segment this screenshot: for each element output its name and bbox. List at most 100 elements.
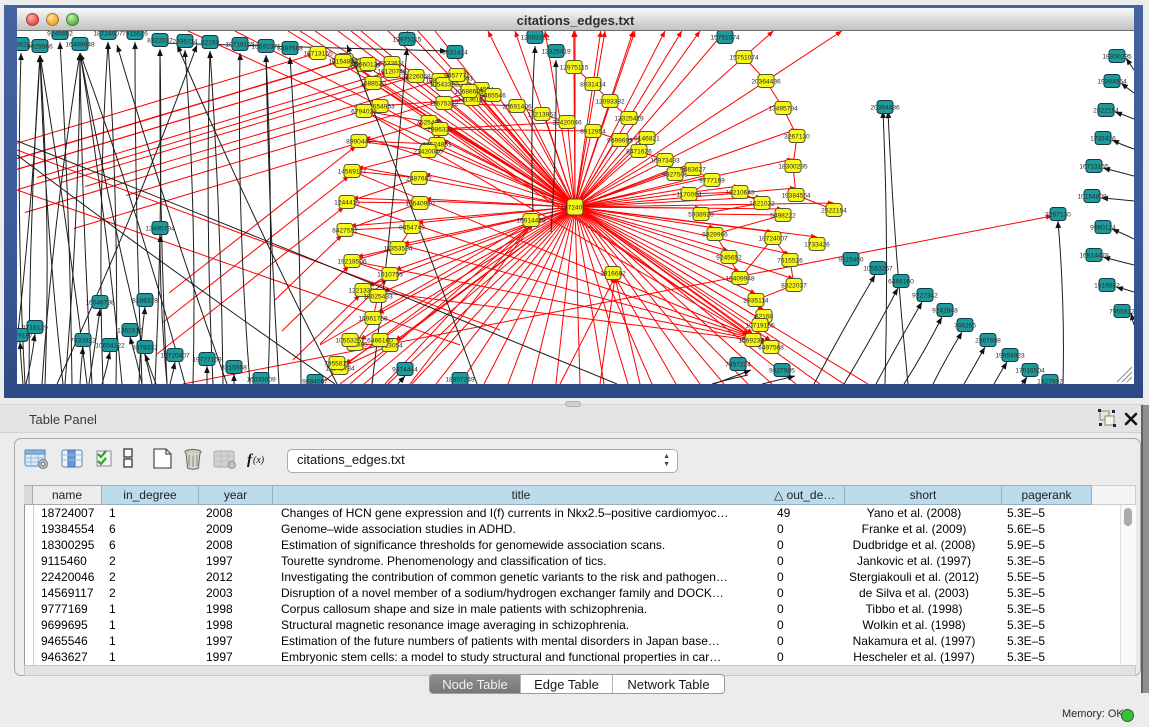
svg-text:9329966: 9329966 — [27, 44, 53, 51]
svg-text:20691406: 20691406 — [502, 104, 532, 111]
svg-text:16409948: 16409948 — [725, 276, 755, 283]
svg-text:8427552: 8427552 — [332, 228, 358, 235]
svg-text:12093382: 12093382 — [520, 35, 550, 42]
svg-text:7986322: 7986322 — [427, 127, 453, 134]
svg-text:5498222: 5498222 — [770, 213, 796, 220]
svg-text:7515526: 7515526 — [122, 31, 148, 38]
svg-text:(x): (x) — [253, 455, 265, 466]
svg-text:9474444: 9474444 — [392, 367, 418, 374]
svg-text:16713155: 16713155 — [303, 51, 333, 58]
svg-text:2522154: 2522154 — [1093, 108, 1119, 115]
svg-text:13325419: 13325419 — [614, 116, 644, 123]
svg-text:9465546: 9465546 — [480, 93, 506, 100]
svg-text:10553267: 10553267 — [863, 266, 893, 273]
svg-text:16914479: 16914479 — [516, 218, 546, 225]
svg-text:10154808: 10154808 — [1077, 194, 1107, 201]
svg-text:9245652: 9245652 — [716, 255, 742, 262]
svg-text:2487682: 2487682 — [406, 176, 432, 183]
svg-text:13495794: 13495794 — [768, 106, 798, 113]
svg-text:7515526: 7515526 — [777, 258, 803, 265]
svg-text:9227342: 9227342 — [912, 293, 938, 300]
svg-text:14569117: 14569117 — [338, 169, 367, 176]
svg-text:8031414: 8031414 — [580, 82, 606, 89]
svg-text:18724007: 18724007 — [93, 31, 123, 38]
svg-text:11353594: 11353594 — [384, 246, 413, 253]
svg-text:9329966: 9329966 — [702, 232, 728, 239]
svg-text:7955812: 7955812 — [324, 361, 350, 368]
svg-text:2367608: 2367608 — [975, 338, 1001, 345]
svg-text:16033809: 16033809 — [246, 377, 276, 384]
svg-text:19384554: 19384554 — [781, 193, 811, 200]
svg-text:10654122: 10654122 — [95, 343, 125, 350]
svg-text:9660124: 9660124 — [1090, 225, 1116, 232]
svg-text:8322037: 8322037 — [781, 283, 807, 290]
svg-text:15751074: 15751074 — [710, 35, 740, 42]
svg-text:17016504: 17016504 — [1015, 368, 1045, 375]
svg-text:9242848: 9242848 — [932, 308, 958, 315]
svg-text:18807249: 18807249 — [445, 377, 475, 384]
svg-text:20364436: 20364436 — [870, 105, 900, 112]
svg-text:6466160: 6466160 — [367, 338, 393, 345]
svg-text:18724007: 18724007 — [758, 236, 788, 243]
svg-text:10543382: 10543382 — [429, 82, 459, 89]
svg-text:11675312: 11675312 — [430, 101, 459, 108]
svg-text:1916682: 1916682 — [1094, 283, 1120, 290]
svg-text:16961758: 16961758 — [358, 316, 388, 323]
svg-text:15751074: 15751074 — [729, 55, 759, 62]
svg-text:1916682: 1916682 — [600, 271, 626, 278]
svg-text:12093382: 12093382 — [595, 99, 625, 106]
svg-text:8322037: 8322037 — [147, 38, 173, 45]
svg-text:2935114: 2935114 — [743, 298, 769, 305]
svg-text:1733426: 1733426 — [804, 242, 830, 249]
svg-text:2935114: 2935114 — [172, 39, 198, 46]
svg-text:6466160: 6466160 — [888, 279, 914, 286]
svg-text:9146821: 9146821 — [634, 136, 660, 143]
svg-text:1170064: 1170064 — [676, 192, 702, 199]
svg-text:1010755: 1010755 — [377, 272, 403, 279]
svg-text:8878332: 8878332 — [132, 345, 158, 352]
svg-text:12975115: 12975115 — [393, 37, 422, 44]
svg-text:62160: 62160 — [201, 40, 220, 47]
svg-text:16640910: 16640910 — [405, 201, 435, 208]
svg-text:15720407: 15720407 — [160, 353, 190, 360]
svg-text:10025433: 10025433 — [363, 294, 393, 301]
svg-text:8215958: 8215958 — [221, 365, 247, 372]
svg-text:1362615: 1362615 — [117, 328, 143, 335]
svg-text:19777169: 19777169 — [192, 357, 222, 364]
svg-text:16914479: 16914479 — [1079, 253, 1109, 260]
svg-text:20364436: 20364436 — [751, 79, 781, 86]
svg-text:8990448: 8990448 — [346, 139, 372, 146]
svg-text:2522154: 2522154 — [821, 208, 847, 215]
svg-text:6679197: 6679197 — [17, 333, 33, 340]
svg-text:7357224: 7357224 — [725, 362, 751, 369]
svg-text:7955812: 7955812 — [1109, 309, 1134, 316]
svg-text:10719155: 10719155 — [745, 323, 775, 330]
svg-text:1527602: 1527602 — [1037, 379, 1063, 385]
svg-text:8471626: 8471626 — [626, 149, 652, 156]
svg-text:8454749: 8454749 — [399, 225, 425, 232]
svg-text:9463627: 9463627 — [680, 167, 706, 174]
svg-text:9777169: 9777169 — [699, 178, 725, 185]
svg-text:9699695: 9699695 — [607, 138, 633, 145]
svg-text:10553267: 10553267 — [335, 338, 365, 345]
svg-text:9457771: 9457771 — [444, 73, 470, 80]
svg-text:12213967: 12213967 — [527, 112, 557, 119]
svg-text:16409948: 16409948 — [65, 42, 95, 49]
svg-text:19384554: 19384554 — [1097, 79, 1127, 86]
svg-text:6794028: 6794028 — [351, 109, 377, 116]
svg-text:1733426: 1733426 — [1090, 136, 1116, 143]
svg-text:16046798: 16046798 — [85, 300, 115, 307]
svg-text:19654923: 19654923 — [995, 353, 1025, 360]
svg-text:9660124: 9660124 — [355, 62, 381, 69]
svg-text:3267130: 3267130 — [1045, 212, 1071, 219]
svg-text:5938928: 5938928 — [688, 212, 714, 219]
svg-text:1588520: 1588520 — [360, 81, 386, 88]
svg-text:22420046: 22420046 — [552, 120, 582, 127]
svg-text:746266: 746266 — [954, 323, 976, 330]
svg-text:10154808: 10154808 — [328, 59, 358, 66]
svg-text:18300295: 18300295 — [1102, 54, 1132, 61]
svg-text:8031414: 8031414 — [442, 50, 468, 57]
svg-text:18300295: 18300295 — [778, 164, 808, 171]
svg-text:6497568: 6497568 — [277, 46, 303, 53]
svg-text:9684067: 9684067 — [302, 379, 328, 385]
